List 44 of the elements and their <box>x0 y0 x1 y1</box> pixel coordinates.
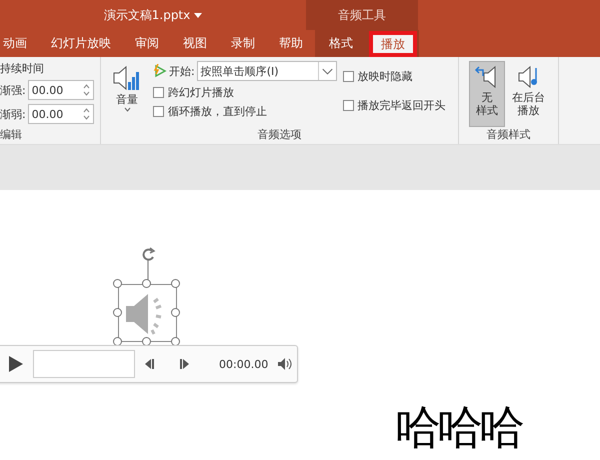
ribbon-tab[interactable]: 视图 <box>171 30 219 57</box>
group-label: 音频样式 <box>486 127 532 142</box>
ribbon-tab[interactable]: 审阅 <box>123 30 171 57</box>
step-forward-icon[interactable] <box>179 359 189 369</box>
volume-button[interactable]: 音量 <box>107 61 147 127</box>
caret-icon <box>194 12 202 18</box>
checkbox[interactable]: 放映时隐藏 <box>342 69 446 84</box>
ribbon-tab[interactable]: 帮助 <box>267 30 315 57</box>
time-display: 00:00.00 <box>219 358 268 370</box>
slide-text: 哈哈哈 <box>395 404 521 450</box>
volume-icon[interactable] <box>278 358 292 370</box>
volume-icon <box>112 64 142 92</box>
ribbon-tab[interactable]: 动画 <box>0 30 39 57</box>
context-tab-label: 音频工具 <box>306 0 418 30</box>
audio-style-button[interactable]: 无 样式 <box>469 61 505 127</box>
group-label: 音频选项 <box>256 127 302 142</box>
step-back-icon[interactable] <box>145 359 155 369</box>
spin-field[interactable]: 00.00 <box>28 80 94 100</box>
group-label: 编辑 <box>0 127 23 142</box>
start-dropdown[interactable]: 按照单击顺序(I) <box>196 61 337 81</box>
field-label: 渐强: <box>0 82 26 98</box>
play-icon[interactable] <box>9 356 23 372</box>
start-icon <box>153 64 167 78</box>
resize-handle[interactable] <box>142 279 151 288</box>
resize-handle[interactable] <box>171 308 180 317</box>
spin-field[interactable]: 00.00 <box>28 104 94 124</box>
audio-style-button[interactable]: 在后台 播放 <box>507 61 550 127</box>
checkbox[interactable]: 跨幻灯片播放 <box>153 85 337 100</box>
field-label: 渐弱: <box>0 106 26 122</box>
resize-handle[interactable] <box>113 308 122 317</box>
start-label: 开始: <box>169 64 195 78</box>
checkbox[interactable]: 播放完毕返回开头 <box>342 98 446 113</box>
ribbon-tab[interactable]: 格式 <box>317 30 365 57</box>
caret-down-icon <box>124 107 130 112</box>
ribbon-tab[interactable]: 播放 <box>369 31 417 57</box>
resize-handle[interactable] <box>171 279 180 288</box>
ribbon-tab[interactable]: 录制 <box>219 30 267 57</box>
spin-arrows-icon <box>82 107 90 121</box>
ribbon-tab[interactable]: 幻灯片放映 <box>39 30 123 57</box>
resize-handle[interactable] <box>113 279 122 288</box>
document-title: 演示文稿1.pptx <box>104 6 190 24</box>
group-heading: 持续时间 <box>0 61 45 76</box>
checkbox[interactable]: 循环播放，直到停止 <box>153 104 337 119</box>
spin-arrows-icon <box>82 83 90 97</box>
